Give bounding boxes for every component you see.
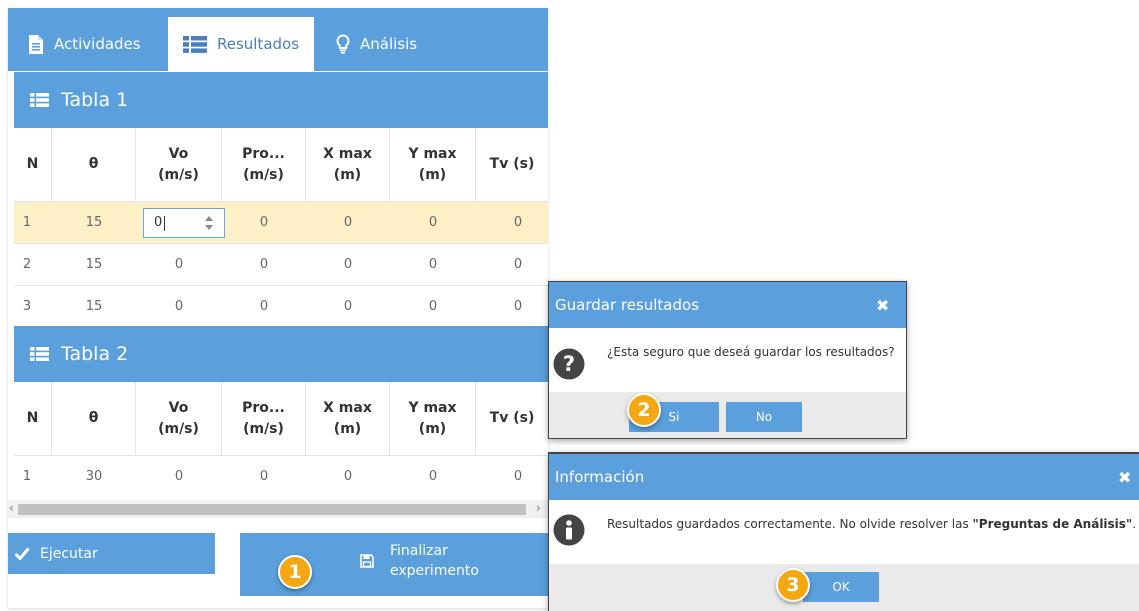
tab-actividades[interactable]: Actividades [28,17,141,71]
info-dialog: Información ✖ Resultados guardados corre… [548,452,1139,611]
dialog-title: Información [549,454,1139,500]
spinner-arrows-icon[interactable] [204,215,214,235]
save-results-dialog: Guardar resultados ✖ ? ¿Esta seguro que … [548,281,907,439]
table-1: N θ Vo (m/s) Pro... (m/s) X max (m) Y max (m… [14,128,548,326]
table-2: N θ Vo (m/s) Pro... (m/s) X max (m) Y max (m… [14,382,548,498]
tab-bar: Actividades Resultados Análisis [8,8,548,71]
save-icon [360,554,374,572]
table-row[interactable]: 3 15 0 0 0 0 0 [14,285,548,327]
scrollbar-thumb[interactable] [18,504,526,515]
column-header-pro: Pro... (m/s) [222,382,306,455]
no-button[interactable]: No [726,402,802,432]
list-icon [30,93,49,107]
results-panel: Actividades Resultados Análisis Tabla 1 … [8,8,548,608]
step-badge-3: 3 [776,568,810,602]
table-title: Tabla 1 [61,89,129,111]
check-icon [14,547,30,560]
scroll-right-icon[interactable]: › [536,501,541,515]
column-header-ymax: Y max (m) [390,128,476,201]
column-header-vo: Vo (m/s) [136,382,222,455]
ok-button[interactable]: OK [803,572,879,602]
table-1-header: Tabla 1 [14,72,548,128]
info-icon [553,514,585,550]
column-header-ymax: Y max (m) [390,382,476,455]
column-header-tv: Tv (s) [489,156,535,173]
column-header-xmax: X max (m) [306,128,390,201]
svg-text:?: ? [563,352,575,376]
dialog-footer: OK [549,564,1139,611]
document-icon [28,34,44,54]
list-icon [182,35,207,53]
step-badge-1: 1 [278,555,312,589]
execute-label: Ejecutar [40,545,98,562]
column-header-pro: Pro... (m/s) [222,128,306,201]
column-header-tv: Tv (s) [489,410,535,427]
vo-number-input[interactable]: 0 [143,208,225,238]
tab-label: Análisis [360,35,418,53]
dialog-footer: Si No [549,392,906,438]
text-cursor [164,216,165,231]
column-header-xmax: X max (m) [306,382,390,455]
table-2-header: Tabla 2 [14,326,548,382]
dialog-message: Resultados guardados correctamente. No o… [607,517,1137,531]
column-header-n: N [14,128,52,201]
finish-label: Finalizar experimento [390,543,479,580]
column-header-theta: θ [52,382,136,455]
tab-resultados[interactable]: Resultados [168,17,314,71]
tab-label: Actividades [54,35,141,53]
table-row[interactable]: 2 15 0 0 0 0 0 [14,243,548,285]
column-header-n: N [14,382,52,455]
column-header-theta: θ [52,128,136,201]
horizontal-scrollbar[interactable]: ‹ › [8,500,548,518]
list-icon [30,347,49,361]
table-title: Tabla 2 [61,343,129,365]
lightbulb-icon [336,34,350,54]
dialog-message: ¿Esta seguro que deseá guardar los resul… [607,345,895,359]
table-row[interactable]: 1 15 0 0 0 0 0 [14,201,548,243]
tab-analisis[interactable]: Análisis [336,17,417,71]
tab-label: Resultados [216,35,300,53]
dialog-title: Guardar resultados [549,282,906,328]
execute-button[interactable]: Ejecutar [8,533,215,574]
scroll-left-icon[interactable]: ‹ [9,501,14,515]
close-icon[interactable]: ✖ [876,296,889,315]
table-row[interactable]: 1 30 0 0 0 0 0 [14,455,548,497]
column-header-vo: Vo (m/s) [136,128,222,201]
question-icon: ? [553,348,585,384]
step-badge-2: 2 [627,393,661,427]
close-icon[interactable]: ✖ [1118,468,1131,487]
